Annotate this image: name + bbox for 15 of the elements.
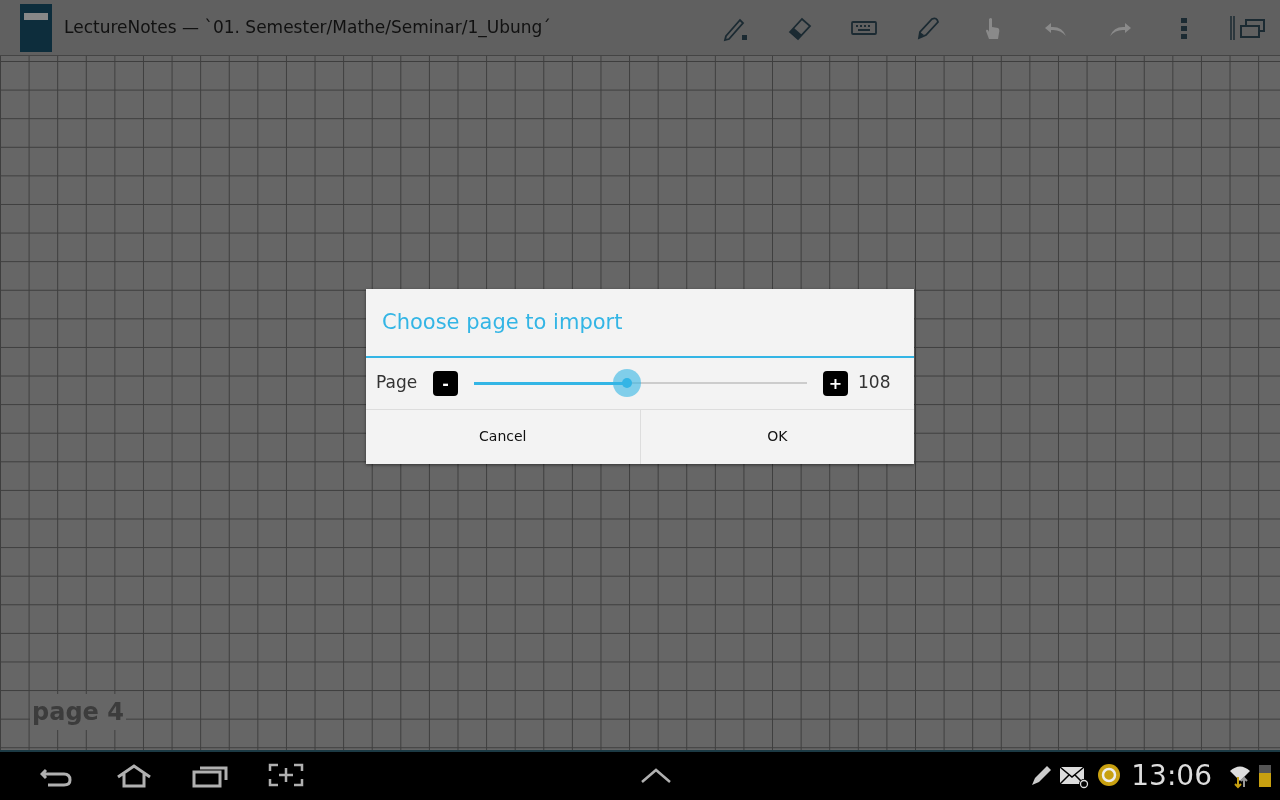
notebook-icon — [20, 3, 52, 52]
home-icon — [116, 762, 152, 790]
decrement-button[interactable]: - — [433, 370, 459, 396]
cancel-button[interactable]: Cancel — [366, 409, 640, 464]
page-label: Page — [376, 371, 418, 395]
battery-icon — [1258, 763, 1272, 789]
clock: 13:06 — [1131, 758, 1212, 794]
slider-thumb[interactable] — [613, 369, 642, 397]
page-slider[interactable] — [474, 369, 807, 397]
window-title: LectureNotes — `01. Semester/Mathe/Seminar/1_Ubung´ — [64, 15, 551, 40]
page-number: 108 — [858, 371, 892, 395]
dialog-title: Choose page to import — [366, 289, 914, 358]
sync-icon — [1097, 763, 1122, 789]
ok-button[interactable]: OK — [639, 409, 914, 464]
increment-button[interactable]: + — [823, 370, 848, 396]
